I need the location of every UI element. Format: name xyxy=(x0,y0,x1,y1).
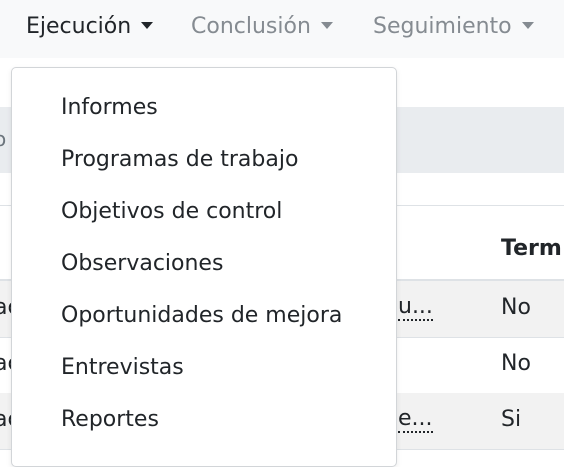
table-cell-link[interactable]: e... xyxy=(398,407,433,433)
table-cell-link[interactable]: u... xyxy=(398,295,433,321)
menu-item-reportes[interactable]: Reportes xyxy=(61,405,159,435)
caret-down-icon xyxy=(141,21,154,29)
caret-down-icon xyxy=(521,21,534,29)
nav-ejecucion-label: Ejecución xyxy=(26,14,132,39)
nav-ejecucion-dropdown[interactable]: Ejecución xyxy=(26,12,154,42)
caret-down-icon xyxy=(320,21,333,29)
table-cell-term: Si xyxy=(501,407,522,432)
ejecucion-dropdown-menu: Informes Programas de trabajo Objetivos … xyxy=(11,67,397,467)
menu-item-programas-de-trabajo[interactable]: Programas de trabajo xyxy=(61,145,298,175)
nav-seguimiento-label: Seguimiento xyxy=(373,14,512,39)
menu-item-observaciones[interactable]: Observaciones xyxy=(61,249,223,279)
table-cell-term: No xyxy=(501,351,531,376)
nav-seguimiento-dropdown[interactable]: Seguimiento xyxy=(373,12,534,42)
menu-item-informes[interactable]: Informes xyxy=(61,93,158,123)
top-navbar: Ejecución Conclusión Seguimiento xyxy=(0,0,564,58)
column-header-term: Term xyxy=(501,236,562,261)
menu-item-oportunidades-de-mejora[interactable]: Oportunidades de mejora xyxy=(61,301,342,331)
menu-item-entrevistas[interactable]: Entrevistas xyxy=(61,353,184,383)
breadcrumb-text: o xyxy=(0,127,7,151)
nav-conclusion-label: Conclusión xyxy=(191,14,311,39)
table-cell-term: No xyxy=(501,295,531,320)
menu-item-objetivos-de-control[interactable]: Objetivos de control xyxy=(61,197,282,227)
nav-conclusion-dropdown[interactable]: Conclusión xyxy=(191,12,333,42)
